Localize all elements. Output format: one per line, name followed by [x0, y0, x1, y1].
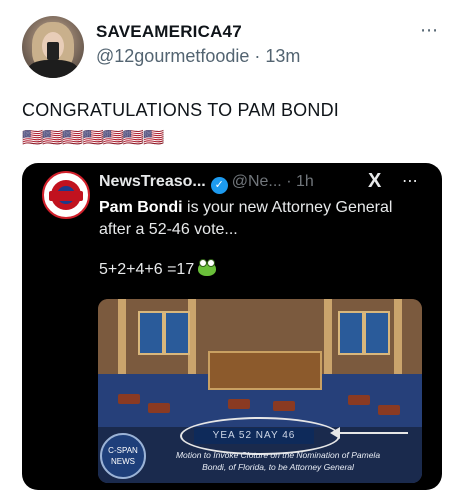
quoted-math-text: 5+2+4+6 =17 [99, 261, 195, 278]
senate-desk [273, 401, 295, 411]
senate-desk [378, 405, 400, 415]
more-options-icon[interactable]: ⋯ [420, 20, 439, 41]
column [324, 299, 332, 374]
cspan-logo-text: C-SPAN NEWS [108, 446, 138, 466]
quoted-media-image[interactable]: YEA 52 NAY 46 Motion to Invoke Cloture o… [98, 299, 422, 483]
quoted-body: Pam Bondi is your new Attorney General a… [99, 197, 399, 241]
senate-desk [118, 394, 140, 404]
avatar-shirt [28, 60, 78, 78]
quoted-body-bold: Pam Bondi [99, 199, 183, 216]
cspan-logo: C-SPAN NEWS [100, 433, 146, 479]
handle-row: @12gourmetfoodie · 13m [96, 46, 300, 67]
quoted-more-icon[interactable]: ⋯ [402, 171, 419, 191]
quoted-separator: · [286, 173, 292, 190]
vote-arrow-line [336, 432, 408, 434]
post-text: CONGRATULATIONS TO PAM BONDI [22, 100, 339, 120]
post: SAVEAMERICA47 @12gourmetfoodie · 13m ⋯ C… [0, 0, 465, 500]
verified-icon: ✓ [210, 177, 228, 194]
chamber-window [138, 311, 164, 355]
quoted-header: NewsTreaso... ✓ @Ne... · 1h [99, 173, 314, 194]
senate-desk [148, 403, 170, 413]
chamber-window [164, 311, 190, 355]
avatar-badge [49, 191, 83, 201]
user-avatar[interactable] [22, 16, 84, 78]
display-name[interactable]: SAVEAMERICA47 [96, 22, 242, 42]
post-time[interactable]: 13m [265, 46, 300, 66]
senate-dais [208, 351, 322, 390]
column [394, 299, 402, 374]
quoted-post[interactable]: NewsTreaso... ✓ @Ne... · 1h X ⋯ Pam Bondi … [22, 163, 442, 490]
chamber-window [338, 311, 364, 355]
vote-arrow-head [330, 427, 340, 439]
senate-desk [348, 395, 370, 405]
separator: · [254, 46, 261, 66]
quoted-time[interactable]: 1h [296, 173, 314, 190]
user-handle[interactable]: @12gourmetfoodie [96, 46, 249, 66]
senate-desk [228, 399, 250, 409]
flag-emojis: 🇺🇸🇺🇸🇺🇸🇺🇸🇺🇸🇺🇸🇺🇸 [22, 128, 164, 147]
quoted-handle[interactable]: @Ne... [232, 173, 282, 190]
chamber-window [364, 311, 390, 355]
column [118, 299, 126, 374]
quoted-avatar[interactable] [42, 171, 90, 219]
frog-icon [198, 259, 217, 276]
quoted-name[interactable]: NewsTreaso... [99, 173, 206, 190]
avatar-phone [47, 42, 59, 60]
quoted-math: 5+2+4+6 =17 [99, 259, 217, 279]
vote-caption: Motion to Invoke Cloture on the Nominati… [175, 450, 381, 472]
x-logo-icon: X [368, 170, 382, 192]
